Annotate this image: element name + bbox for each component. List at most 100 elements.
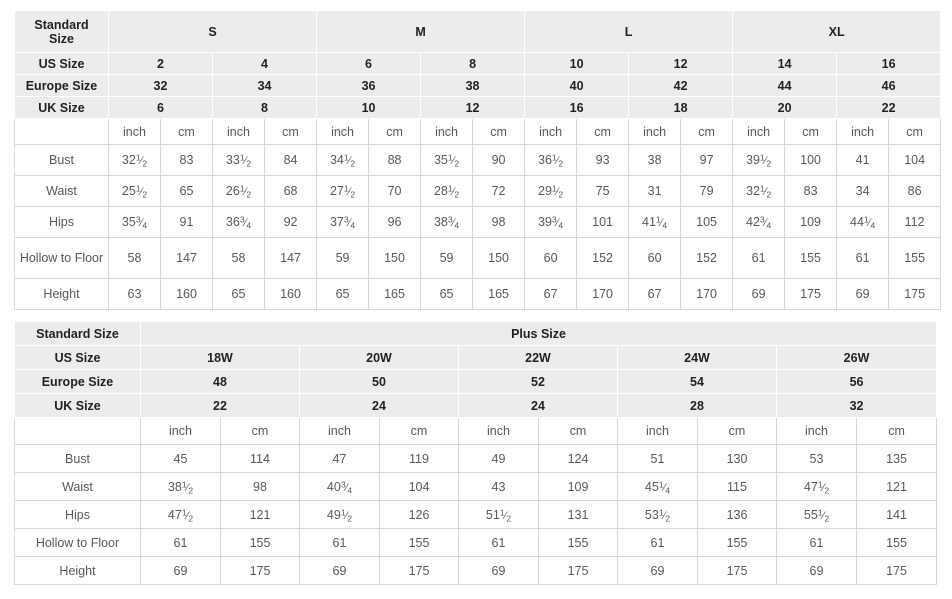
measurement-cell: 34 — [836, 175, 890, 207]
measurement-cell: 353⁄4 — [108, 206, 161, 238]
measurement-cell: 391⁄2 — [732, 144, 786, 176]
measurement-cell: 38 — [628, 144, 682, 176]
size-group-xl: XL — [732, 10, 942, 53]
measurement-cell: 112 — [888, 206, 942, 238]
europe-size-value: 36 — [316, 74, 422, 97]
measurement-cell: 160 — [263, 278, 318, 310]
us-size-value: 4 — [211, 52, 318, 75]
measurement-cell: 61 — [140, 528, 221, 557]
measurement-label-height: Height — [14, 278, 109, 310]
measurement-cell: 150 — [472, 237, 526, 279]
europe-size-value: 42 — [628, 74, 734, 97]
measurement-cell: 100 — [784, 144, 838, 176]
europe-size-value: 44 — [732, 74, 838, 97]
size-group-l: L — [524, 10, 734, 53]
measurement-cell: 471⁄2 — [140, 500, 221, 529]
measurement-cell: 411⁄4 — [628, 206, 682, 238]
measurement-cell: 98 — [472, 206, 526, 238]
measurement-cell: 53 — [776, 444, 857, 473]
measurement-cell: 155 — [784, 237, 838, 279]
measurement-row-hips: Hips 353⁄4 91 363⁄4 92 373⁄4 96 383⁄4 98 393⁄4 101… — [14, 206, 942, 238]
measurement-cell: 69 — [617, 556, 698, 585]
unit-header-cm: cm — [368, 118, 422, 145]
uk-size-value: 10 — [316, 96, 422, 119]
measurement-label-height-plus: Height — [14, 556, 141, 585]
measurement-cell: 61 — [732, 237, 786, 279]
measurement-cell: 88 — [368, 144, 422, 176]
unit-header-cm: cm — [160, 118, 213, 145]
measurement-cell: 165 — [472, 278, 526, 310]
unit-header-inch: inch — [108, 118, 161, 145]
measurement-cell: 393⁄4 — [524, 206, 578, 238]
measurement-cell: 471⁄2 — [776, 472, 857, 501]
measurement-cell: 47 — [299, 444, 380, 473]
europe-size-value: 32 — [108, 74, 213, 97]
measurement-cell: 65 — [316, 278, 370, 310]
uk-size-value: 16 — [524, 96, 630, 119]
plus-size-table: Standard Size Plus Size US Size 18W 20W 22W 24… — [14, 321, 938, 585]
measurement-row-hollow-to-floor-plus: Hollow to Floor 61 155 61 155 61 155 61 155 61 155 — [14, 528, 938, 557]
measurement-cell: 79 — [680, 175, 734, 207]
row-label-uk-size-plus: UK Size — [14, 393, 141, 418]
us-size-value: 12 — [628, 52, 734, 75]
unit-header-cm-plus: cm — [538, 417, 618, 445]
measurement-cell: 61 — [836, 237, 890, 279]
measurement-cell: 58 — [108, 237, 161, 279]
plus-table-body: Standard Size Plus Size US Size 18W 20W 22W 24… — [14, 321, 938, 585]
europe-size-value-plus: 56 — [775, 369, 938, 394]
measurement-cell: 441⁄4 — [836, 206, 890, 238]
europe-size-value-plus: 54 — [617, 369, 777, 394]
measurement-cell: 175 — [784, 278, 838, 310]
measurement-label-bust: Bust — [14, 144, 109, 176]
measurement-cell: 70 — [368, 175, 422, 207]
uk-size-value: 8 — [211, 96, 318, 119]
measurement-cell: 104 — [379, 472, 459, 501]
measurement-cell: 49 — [458, 444, 539, 473]
unit-header-cm-plus: cm — [697, 417, 777, 445]
row-label-uk-size: UK Size — [14, 96, 109, 119]
measurement-cell: 281⁄2 — [420, 175, 474, 207]
measurement-cell: 45 — [140, 444, 221, 473]
uk-size-value-plus: 24 — [299, 393, 459, 418]
measurement-cell: 83 — [160, 144, 213, 176]
measurement-cell: 170 — [576, 278, 630, 310]
measurement-cell: 86 — [888, 175, 942, 207]
measurement-cell: 373⁄4 — [316, 206, 370, 238]
measurement-cell: 67 — [628, 278, 682, 310]
measurement-cell: 84 — [263, 144, 318, 176]
plus-size-title: Plus Size — [139, 321, 938, 346]
measurement-cell: 98 — [220, 472, 300, 501]
size-group-row: Standard Size S M L XL — [14, 10, 942, 53]
measurement-label-bust-plus: Bust — [14, 444, 141, 473]
us-size-value: 14 — [732, 52, 838, 75]
measurement-label-waist: Waist — [14, 175, 109, 207]
corner-label-plus: Standard Size — [14, 321, 141, 346]
us-size-value-plus: 18W — [140, 345, 300, 370]
measurement-cell: 109 — [538, 472, 618, 501]
measurement-cell: 83 — [784, 175, 838, 207]
row-label-us-size: US Size — [14, 52, 109, 75]
measurement-cell: 175 — [855, 556, 938, 585]
unit-header-cm-plus: cm — [379, 417, 459, 445]
uk-size-value-plus: 24 — [458, 393, 618, 418]
us-size-value: 2 — [108, 52, 213, 75]
measurement-cell: 65 — [212, 278, 265, 310]
size-chart-page: Standard Size S M L XL US Size 2 4 6 8 10 12 14 16 Euro… — [0, 0, 952, 599]
measurement-row-bust: Bust 321⁄2 83 331⁄2 84 341⁄2 88 351⁄2 90 361⁄2 93 3… — [14, 144, 942, 176]
measurement-cell: 147 — [160, 237, 213, 279]
measurement-cell: 152 — [576, 237, 630, 279]
measurement-cell: 126 — [379, 500, 459, 529]
us-size-value: 6 — [316, 52, 422, 75]
measurement-cell: 114 — [220, 444, 300, 473]
unit-header-inch: inch — [836, 118, 890, 145]
measurement-cell: 381⁄2 — [140, 472, 221, 501]
plus-title-row: Standard Size Plus Size — [14, 321, 938, 346]
measurement-cell: 96 — [368, 206, 422, 238]
unit-header-inch: inch — [732, 118, 786, 145]
measurement-cell: 155 — [538, 528, 618, 557]
measurement-cell: 331⁄2 — [212, 144, 265, 176]
measurement-cell: 65 — [160, 175, 213, 207]
header-row-uk-size: UK Size 6 8 10 12 16 18 20 22 — [14, 96, 942, 119]
measurement-cell: 135 — [855, 444, 938, 473]
uk-size-value: 6 — [108, 96, 213, 119]
